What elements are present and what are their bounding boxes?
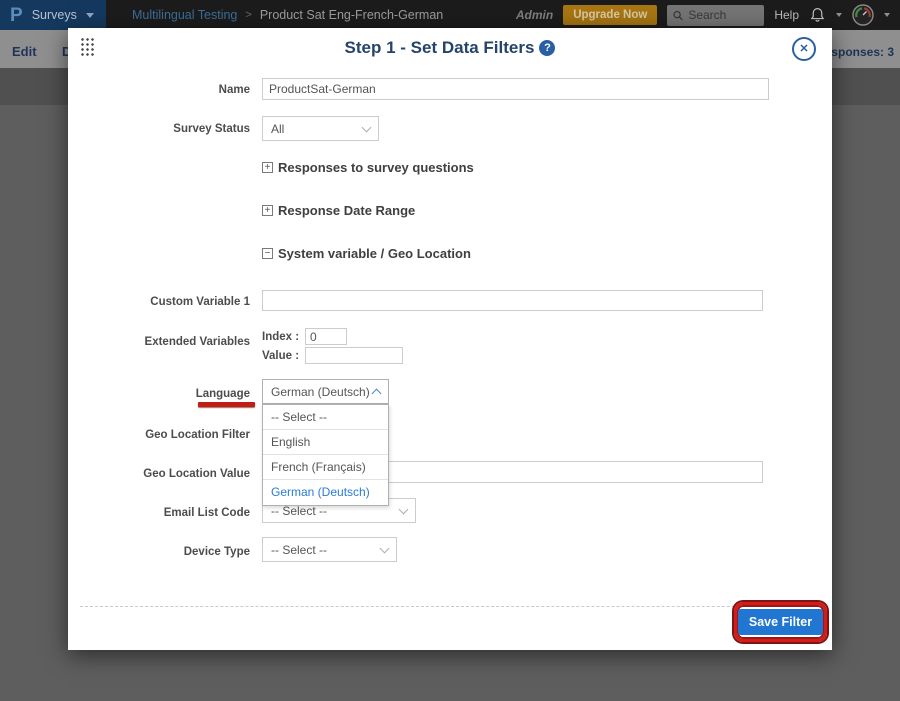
dialog-title: Step 1 - Set Data Filters — [68, 38, 832, 58]
section-response-date-range[interactable]: Response Date Range — [262, 203, 415, 218]
help-icon[interactable] — [539, 40, 555, 56]
language-select[interactable]: German (Deutsch) — [262, 379, 389, 404]
chevron-down-icon[interactable] — [836, 13, 842, 17]
collapse-minus-icon[interactable] — [262, 248, 273, 259]
geo-location-filter-label: Geo Location Filter — [68, 429, 250, 441]
search-input[interactable] — [688, 8, 758, 22]
chevron-down-icon[interactable] — [884, 13, 890, 17]
value-input[interactable] — [305, 347, 403, 364]
expand-plus-icon[interactable] — [262, 205, 273, 216]
value-label: Value : — [262, 350, 299, 362]
close-icon[interactable] — [792, 37, 816, 61]
chevron-up-icon — [372, 389, 382, 399]
breadcrumb-separator: > — [245, 9, 251, 21]
index-input[interactable] — [305, 328, 347, 345]
survey-status-select[interactable]: All — [262, 116, 379, 141]
help-link[interactable]: Help — [774, 8, 799, 22]
chevron-down-icon — [380, 543, 390, 553]
language-option-selected[interactable]: German (Deutsch) — [263, 480, 388, 505]
language-option[interactable]: French (Français) — [263, 455, 388, 480]
language-option[interactable]: -- Select -- — [263, 405, 388, 430]
footer-divider — [80, 606, 820, 607]
language-option[interactable]: English — [263, 430, 388, 455]
admin-label: Admin — [516, 8, 553, 22]
breadcrumb-parent-link[interactable]: Multilingual Testing — [132, 8, 237, 22]
survey-status-label: Survey Status — [68, 123, 250, 135]
index-label: Index : — [262, 331, 299, 343]
custom-variable-1-label: Custom Variable 1 — [68, 296, 250, 308]
chevron-down-icon — [399, 504, 409, 514]
surveys-menu[interactable]: Surveys — [32, 8, 77, 22]
save-filter-button[interactable]: Save Filter — [738, 609, 823, 635]
top-navigation-bar: P Surveys Multilingual Testing > Product… — [0, 0, 900, 30]
notifications-bell-icon[interactable] — [809, 6, 826, 24]
custom-variable-1-input[interactable] — [262, 290, 763, 311]
name-input[interactable] — [262, 78, 769, 100]
red-underline-annotation — [198, 402, 255, 407]
product-switcher[interactable]: P Surveys — [0, 0, 106, 30]
language-options-list: -- Select -- English French (Français) G… — [262, 404, 389, 506]
breadcrumb: Multilingual Testing > Product Sat Eng-F… — [132, 8, 443, 22]
account-gauge-avatar[interactable] — [852, 4, 874, 26]
search-icon — [673, 10, 683, 21]
expand-plus-icon[interactable] — [262, 162, 273, 173]
questionpro-logo: P — [10, 6, 23, 25]
section-system-variable-geo[interactable]: System variable / Geo Location — [262, 246, 471, 261]
section-responses-to-questions[interactable]: Responses to survey questions — [262, 160, 474, 175]
geo-location-value-label: Geo Location Value — [68, 468, 250, 480]
upgrade-now-button[interactable]: Upgrade Now — [563, 5, 657, 25]
device-type-select[interactable]: -- Select -- — [262, 537, 397, 562]
chevron-down-icon — [86, 13, 94, 18]
language-label: Language — [68, 388, 250, 400]
device-type-label: Device Type — [68, 546, 250, 558]
tab-edit[interactable]: Edit — [12, 44, 37, 59]
chevron-down-icon — [362, 122, 372, 132]
search-box[interactable] — [667, 5, 764, 26]
set-data-filters-dialog: Step 1 - Set Data Filters Name Survey St… — [68, 28, 832, 650]
extended-variables-label: Extended Variables — [68, 336, 250, 348]
red-highlight-annotation: Save Filter — [734, 602, 827, 642]
email-list-code-label: Email List Code — [68, 507, 250, 519]
name-label: Name — [68, 84, 250, 96]
breadcrumb-current: Product Sat Eng-French-German — [260, 8, 443, 22]
